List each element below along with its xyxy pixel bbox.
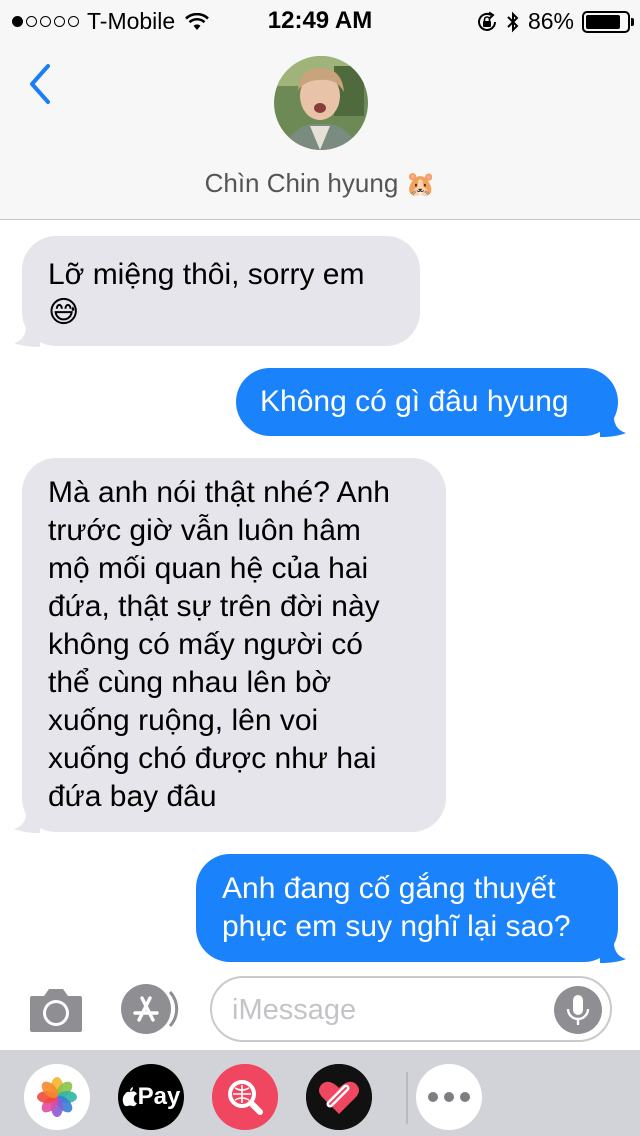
sweat-smile-emoji-icon: 😅	[48, 296, 80, 329]
message-line: xuống ruộng, lên voi	[48, 704, 319, 737]
app-store-icon[interactable]	[118, 982, 180, 1036]
bubble-tail	[14, 321, 40, 347]
bubble-tail	[14, 807, 40, 833]
message-bubble-outgoing[interactable]: Không có gì đâu hyung	[236, 368, 626, 437]
message-text: Không có gì đâu hyung	[260, 385, 569, 418]
back-chevron-icon[interactable]	[22, 60, 62, 110]
message-line: không có mấy người có	[48, 628, 363, 661]
bluetooth-icon	[507, 11, 519, 32]
rotation-lock-icon	[477, 11, 496, 31]
message-line: mộ mối quan hệ của hai	[48, 552, 369, 585]
message-line: phục em suy nghĩ lại sao?	[222, 910, 571, 943]
camera-icon[interactable]	[28, 984, 84, 1034]
drawer-separator	[406, 1072, 408, 1124]
status-right: 86%	[476, 8, 634, 35]
contact-name-text: Chìn Chin hyung	[204, 168, 399, 198]
app-drawer: Pay	[0, 1050, 640, 1136]
hamster-emoji-icon: 🐹	[405, 171, 436, 198]
contact-avatar[interactable]	[274, 56, 368, 150]
photos-icon[interactable]	[24, 1064, 90, 1130]
apple-pay-label: Pay	[137, 1083, 181, 1110]
digital-touch-heart-icon[interactable]	[306, 1064, 372, 1130]
microphone-icon	[566, 995, 590, 1025]
contact-name[interactable]: Chìn Chin hyung 🐹	[0, 168, 640, 199]
message-line: trước giờ vẫn luôn hâm	[48, 514, 361, 547]
bubble-tail	[600, 937, 626, 963]
status-bar: T-Mobile 12:49 AM 86%	[0, 0, 640, 40]
message-input[interactable]	[210, 976, 612, 1042]
more-apps-icon[interactable]	[416, 1064, 482, 1130]
message-bubble-incoming[interactable]: Mà anh nói thật nhé? Anh trước giờ vẫn l…	[14, 458, 446, 833]
message-bubble-incoming[interactable]: Lỡ miệng thôi, sorry em 😅	[14, 236, 420, 347]
image-search-icon[interactable]	[212, 1064, 278, 1130]
message-line: đứa, thật sự trên đời này	[48, 590, 380, 623]
input-bar	[0, 966, 640, 1050]
microphone-button[interactable]	[554, 986, 602, 1034]
message-line: đứa bay đâu	[48, 780, 217, 813]
message-line: thể cùng nhau lên bờ	[48, 666, 332, 699]
bubble-tail	[600, 411, 626, 437]
apple-logo-icon	[122, 1087, 137, 1107]
message-bubble-outgoing[interactable]: Anh đang cố gắng thuyết phục em suy nghĩ…	[196, 854, 626, 963]
imessage-field[interactable]	[232, 990, 552, 1030]
message-line: Anh đang cố gắng thuyết	[222, 872, 556, 905]
message-line: Mà anh nói thật nhé? Anh	[48, 476, 390, 509]
message-line: xuống chó được như hai	[48, 742, 377, 775]
message-text: Lỡ miệng thôi, sorry em	[48, 258, 365, 291]
battery-percent: 86%	[527, 8, 574, 34]
battery-icon	[582, 10, 634, 33]
conversation-header: Chìn Chin hyung 🐹	[0, 40, 640, 220]
apple-pay-icon[interactable]: Pay	[118, 1064, 184, 1130]
